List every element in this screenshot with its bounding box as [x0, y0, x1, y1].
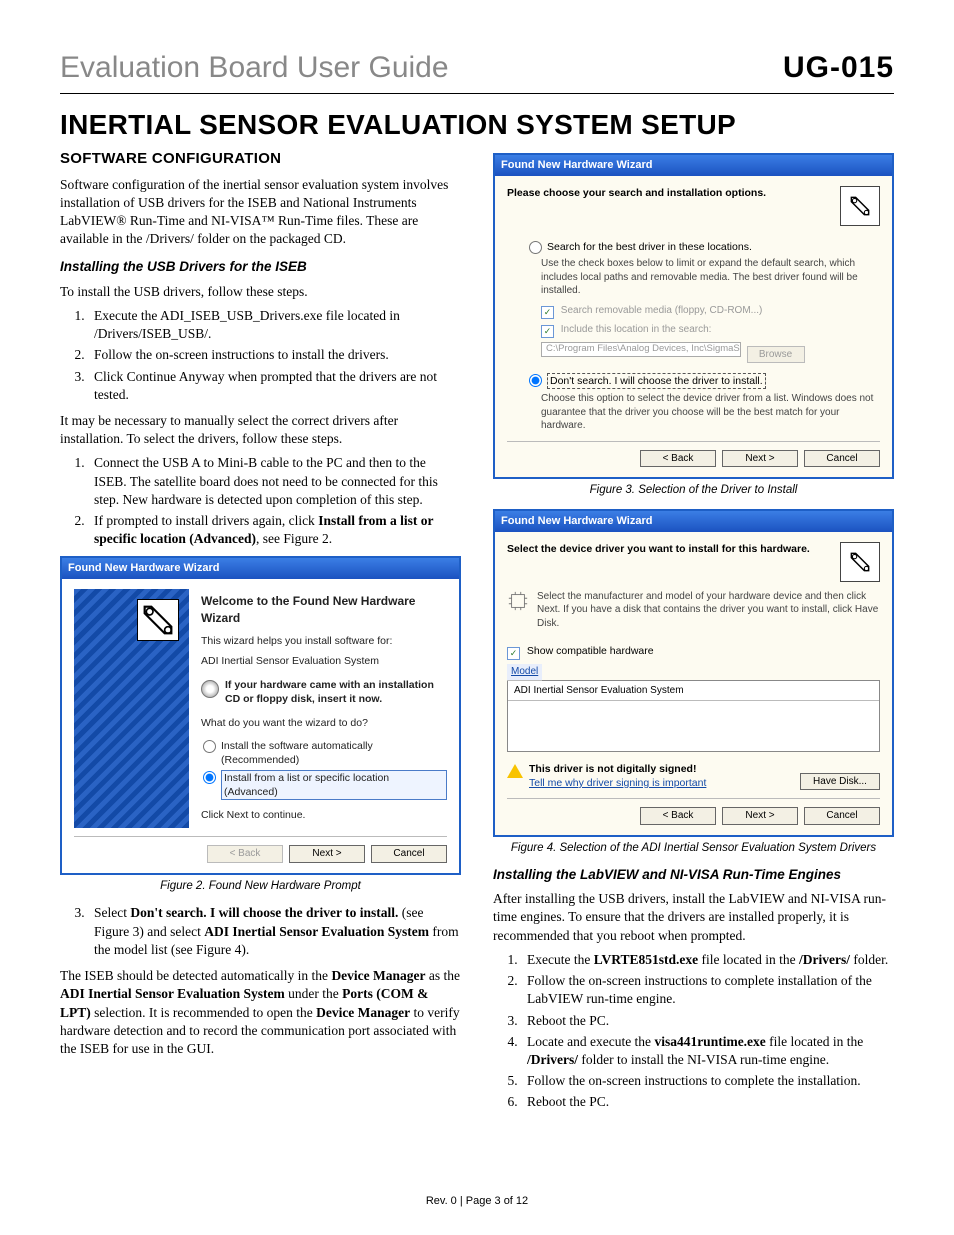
next-button[interactable]: Next >	[289, 845, 365, 863]
select-step-2: If prompted to install drivers again, cl…	[88, 512, 461, 548]
check-icon: ✓	[541, 325, 554, 338]
wizard-radio-auto[interactable]: Install the software automatically (Reco…	[203, 739, 447, 767]
dlg2-chk1: Search removable media (floppy, CD-ROM..…	[561, 305, 763, 316]
dlg3-model-label: Model	[507, 664, 542, 681]
path-input: C:\Program Files\Analog Devices, Inc\Sig…	[541, 342, 741, 357]
lv-step-3: Reboot the PC.	[521, 1012, 894, 1030]
figure-2-caption: Figure 2. Found New Hardware Prompt	[60, 879, 461, 895]
dlg2-radio-dontsearch[interactable]: Don't search. I will choose the driver t…	[529, 373, 880, 389]
model-listbox[interactable]: ADI Inertial Sensor Evaluation System	[507, 680, 880, 752]
wizard-device-name: ADI Inertial Sensor Evaluation System	[201, 654, 447, 668]
dialog-title: Found New Hardware Wizard	[495, 155, 892, 176]
why-signing-link[interactable]: Tell me why driver signing is important	[529, 777, 706, 789]
device-manager-paragraph: The ISEB should be detected automaticall…	[60, 967, 461, 1058]
wizard-line1: This wizard helps you install software f…	[201, 634, 447, 648]
usb-drivers-heading: Installing the USB Drivers for the ISEB	[60, 258, 461, 276]
wizard-what-do: What do you want the wizard to do?	[201, 716, 447, 730]
figure-3-caption: Figure 3. Selection of the Driver to Ins…	[493, 483, 894, 499]
radio-auto-input[interactable]	[203, 740, 216, 753]
found-new-hardware-dialog-welcome: Found New Hardware Wizard Welcome to the…	[60, 556, 461, 874]
hardware-icon	[840, 186, 880, 226]
lv-step-5: Follow the on-screen instructions to com…	[521, 1072, 894, 1090]
cancel-button[interactable]: Cancel	[371, 845, 447, 863]
found-new-hardware-dialog-options: Found New Hardware Wizard Please choose …	[493, 153, 894, 479]
dlg2-sub-dont: Choose this option to select the device …	[541, 392, 880, 433]
warning-icon	[507, 764, 523, 778]
page-title: INERTIAL SENSOR EVALUATION SYSTEM SETUP	[60, 106, 894, 144]
lv-step-2: Follow the on-screen instructions to com…	[521, 972, 894, 1008]
back-button: < Back	[207, 845, 283, 863]
cancel-button[interactable]: Cancel	[804, 807, 880, 825]
software-config-heading: SOFTWARE CONFIGURATION	[60, 149, 461, 169]
next-button[interactable]: Next >	[722, 807, 798, 825]
wizard-radio-advanced[interactable]: Install from a list or specific location…	[203, 770, 447, 800]
install-intro: To install the USB drivers, follow these…	[60, 283, 461, 301]
back-button[interactable]: < Back	[640, 807, 716, 825]
header-guide-title: Evaluation Board User Guide	[60, 48, 449, 89]
dlg2-radio-search[interactable]: Search for the best driver in these loca…	[529, 240, 880, 254]
found-new-hardware-dialog-select-driver: Found New Hardware Wizard Select the dev…	[493, 509, 894, 837]
wizard-side-graphic	[74, 589, 189, 828]
wizard-cd-text: If your hardware came with an installati…	[225, 678, 447, 706]
lv-step-1: Execute the LVRTE851std.exe file located…	[521, 951, 894, 969]
check-icon: ✓	[541, 306, 554, 319]
dlg3-sub: Select the manufacturer and model of you…	[537, 590, 880, 631]
wizard-click-next: Click Next to continue.	[201, 808, 447, 822]
select-step-3: Select Don't search. I will choose the d…	[88, 904, 461, 959]
browse-button: Browse	[747, 346, 805, 364]
dialog-title: Found New Hardware Wizard	[62, 558, 459, 579]
radio-advanced-input[interactable]	[203, 771, 216, 784]
dlg3-heading: Select the device driver you want to ins…	[507, 543, 810, 555]
chip-icon	[507, 590, 529, 631]
labview-steps-list: Execute the LVRTE851std.exe file located…	[493, 951, 894, 1112]
page-footer: Rev. 0 | Page 3 of 12	[0, 1194, 954, 1209]
dlg2-chk2: Include this location in the search:	[561, 324, 712, 335]
cd-icon	[201, 680, 219, 698]
wizard-welcome-heading: Welcome to the Found New Hardware Wizard	[201, 593, 447, 625]
dlg3-warn: This driver is not digitally signed!	[529, 763, 696, 775]
hardware-icon	[840, 542, 880, 582]
cancel-button[interactable]: Cancel	[804, 450, 880, 468]
have-disk-button[interactable]: Have Disk...	[800, 773, 880, 791]
check-icon: ✓	[507, 647, 520, 660]
install-steps-list: Execute the ADI_ISEB_USB_Drivers.exe fil…	[60, 307, 461, 404]
hardware-icon	[137, 599, 179, 641]
labview-heading: Installing the LabVIEW and NI-VISA Run-T…	[493, 866, 894, 884]
dlg3-show-compat[interactable]: ✓ Show compatible hardware	[507, 644, 880, 660]
radio-dontsearch-input[interactable]	[529, 374, 542, 387]
dlg2-sub-search: Use the check boxes below to limit or ex…	[541, 257, 880, 298]
select-steps-list-cont: Select Don't search. I will choose the d…	[60, 904, 461, 959]
labview-intro: After installing the USB drivers, instal…	[493, 890, 894, 945]
install-step-1: Execute the ADI_ISEB_USB_Drivers.exe fil…	[88, 307, 461, 343]
model-item[interactable]: ADI Inertial Sensor Evaluation System	[508, 681, 879, 702]
select-step-1: Connect the USB A to Mini-B cable to the…	[88, 454, 461, 509]
lv-step-6: Reboot the PC.	[521, 1093, 894, 1111]
intro-paragraph: Software configuration of the inertial s…	[60, 176, 461, 249]
install-step-3: Click Continue Anyway when prompted that…	[88, 368, 461, 404]
header-doc-code: UG-015	[783, 48, 894, 89]
lv-step-4: Locate and execute the visa441runtime.ex…	[521, 1033, 894, 1069]
dialog-title: Found New Hardware Wizard	[495, 511, 892, 532]
install-step-2: Follow the on-screen instructions to ins…	[88, 346, 461, 364]
manual-select-paragraph: It may be necessary to manually select t…	[60, 412, 461, 448]
next-button[interactable]: Next >	[722, 450, 798, 468]
back-button[interactable]: < Back	[640, 450, 716, 468]
radio-search-input[interactable]	[529, 241, 542, 254]
figure-4-caption: Figure 4. Selection of the ADI Inertial …	[493, 841, 894, 857]
page-header: Evaluation Board User Guide UG-015	[60, 48, 894, 94]
select-steps-list: Connect the USB A to Mini-B cable to the…	[60, 454, 461, 548]
dlg2-heading: Please choose your search and installati…	[507, 187, 766, 199]
